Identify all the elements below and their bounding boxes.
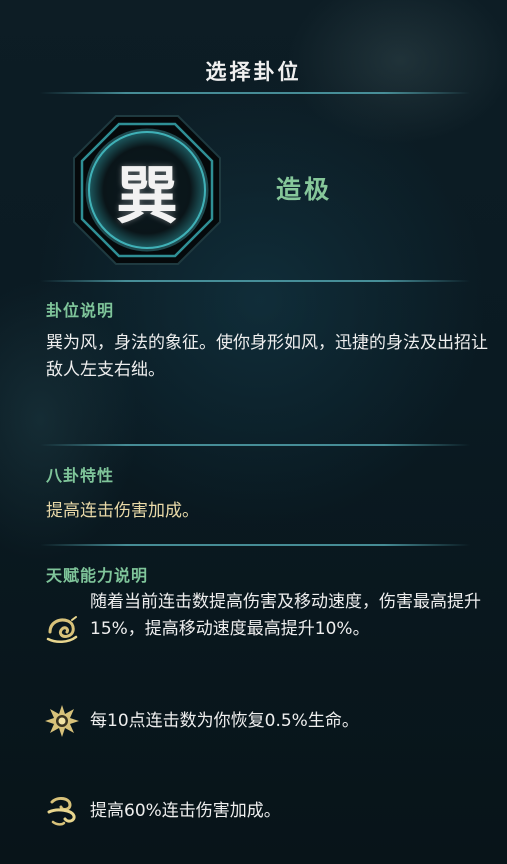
- section-divider-2: [40, 444, 470, 446]
- section-divider-3: [40, 544, 470, 546]
- title-divider: [40, 92, 470, 94]
- trait-text: 提高连击伤害加成。: [46, 501, 199, 521]
- section-divider-1: [40, 280, 470, 282]
- description-label: 卦位说明: [46, 301, 115, 320]
- sunburst-icon: [44, 703, 80, 739]
- talent-text-2: 每10点连击数为你恢复0.5%生命。: [90, 711, 359, 731]
- talent-text-3: 提高60%连击伤害加成。: [90, 801, 281, 821]
- gale-icon: [44, 792, 80, 828]
- trigram-symbol: 巽: [115, 159, 178, 232]
- page-title: 选择卦位: [205, 60, 302, 84]
- trigram-emblem[interactable]: 巽: [72, 114, 222, 266]
- wind-swirl-icon: [44, 612, 80, 648]
- talent-text-1: 随着当前连击数提高伤害及移动速度，伤害最高提升15%，提高移动速度最高提升10%…: [90, 592, 481, 639]
- talents-label: 天赋能力说明: [46, 566, 149, 585]
- description-text: 巽为风，身法的象征。使你身形如风，迅捷的身法及出招让敌人左支右绌。: [46, 333, 488, 380]
- rank-label: 造极: [276, 175, 333, 204]
- trait-label: 八卦特性: [46, 466, 115, 485]
